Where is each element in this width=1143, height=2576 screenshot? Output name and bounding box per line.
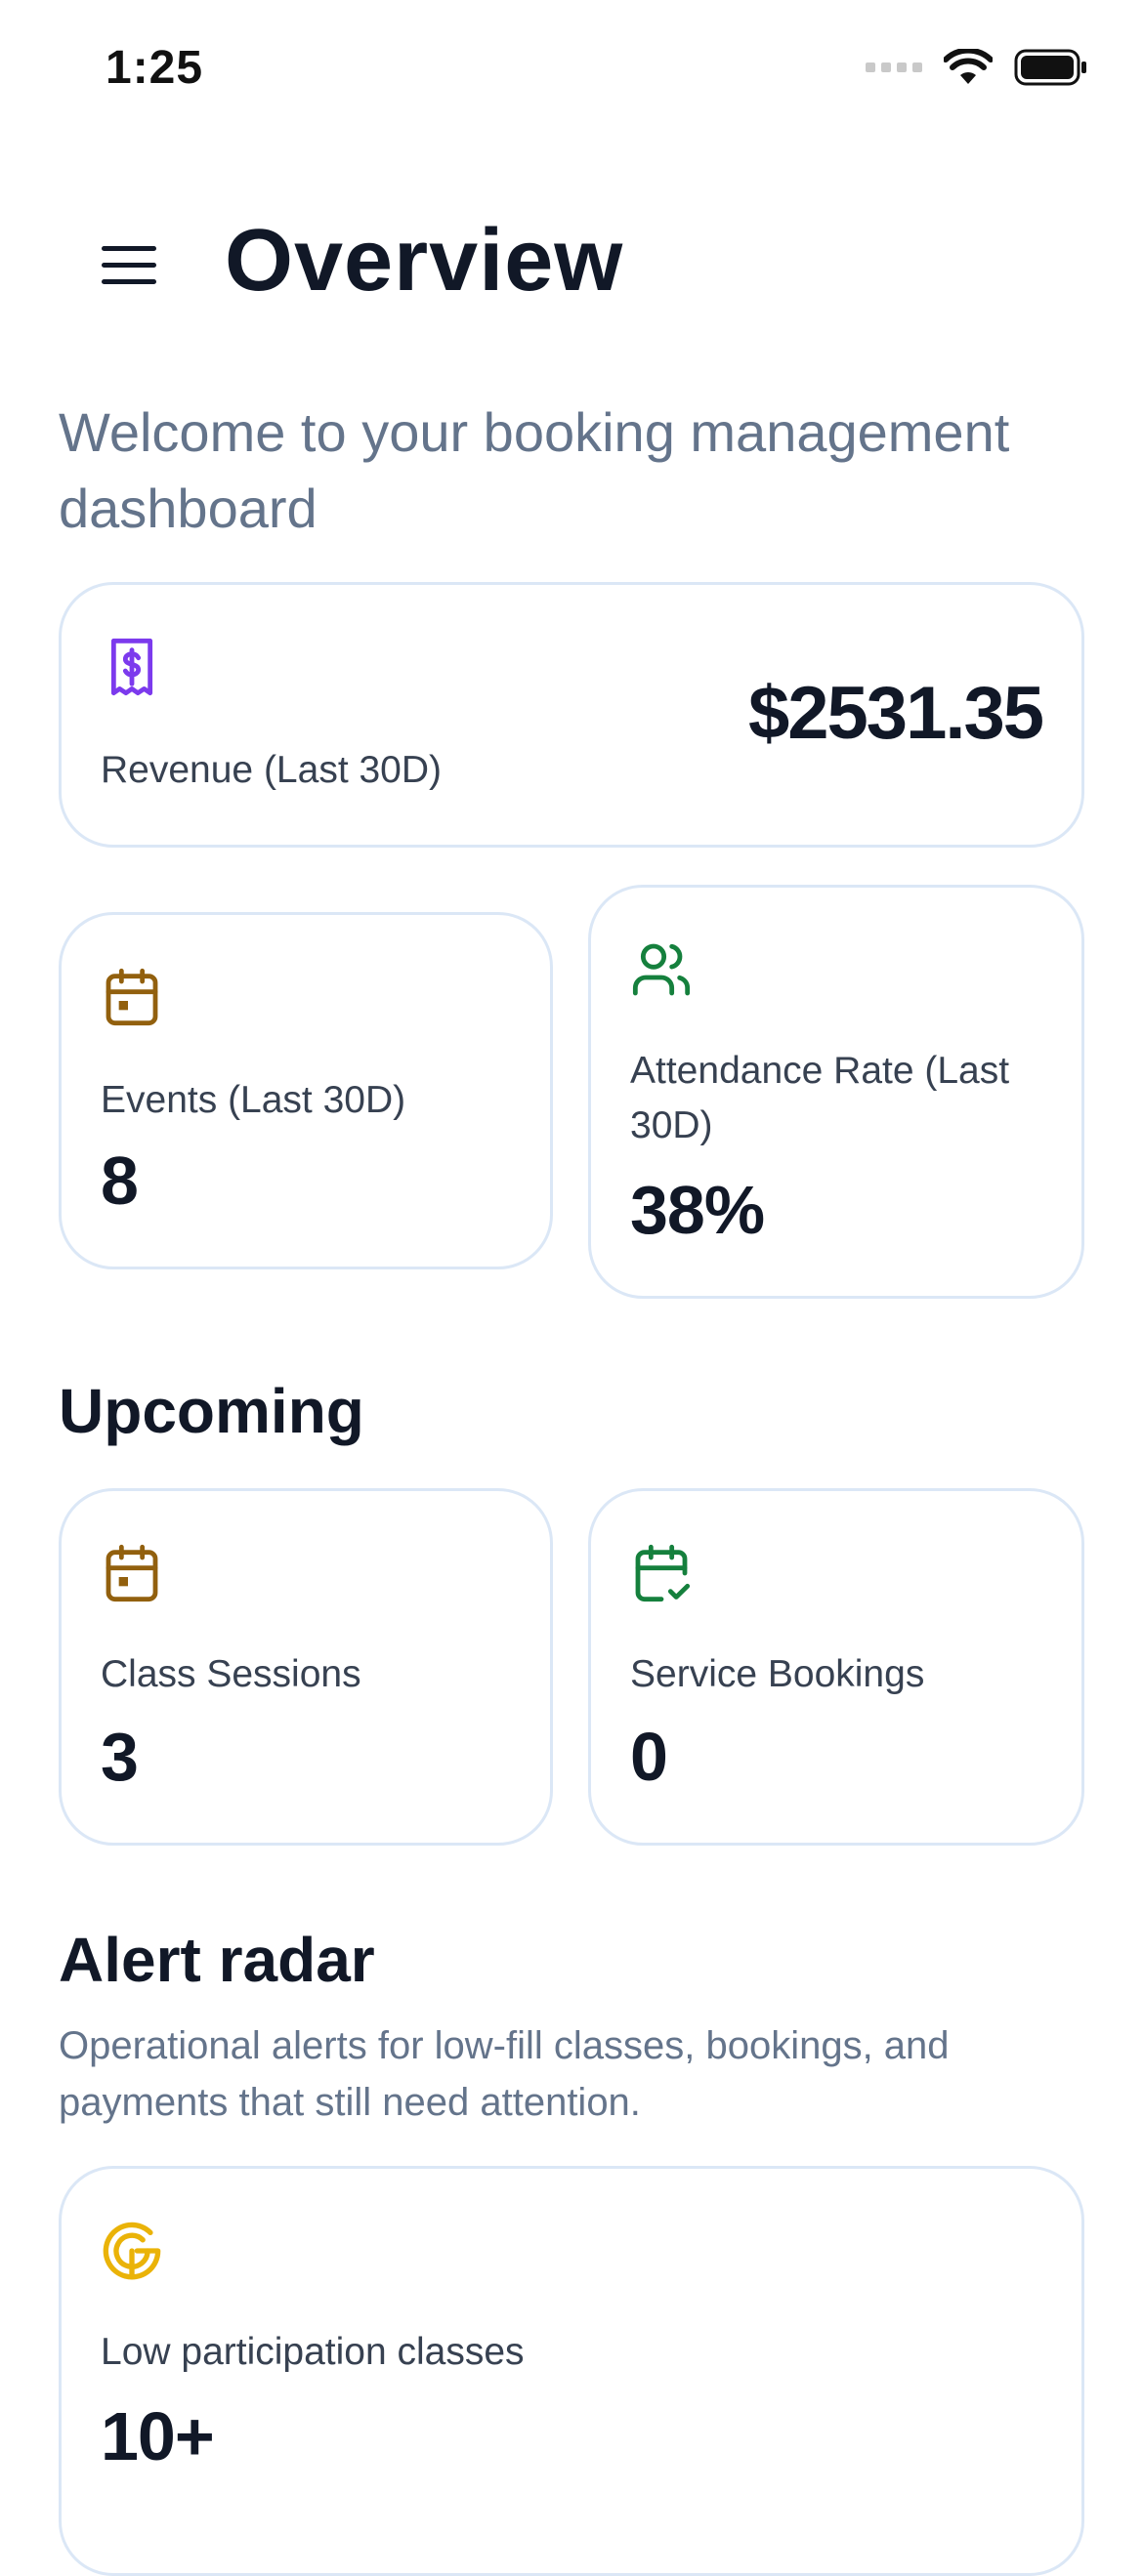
service-bookings-card[interactable]: Service Bookings 0: [588, 1488, 1084, 1846]
low-participation-label: Low participation classes: [101, 2331, 525, 2373]
low-participation-value: 10+: [101, 2398, 215, 2474]
attendance-label: Attendance Rate (Last 30D): [630, 1050, 1010, 1146]
calendar-icon: [106, 1544, 158, 1602]
status-bar: 1:25: [0, 0, 1143, 137]
events-value: 8: [101, 1143, 139, 1219]
page-header: Overview: [0, 195, 1143, 332]
revenue-card[interactable]: Revenue (Last 30D) $2531.35: [59, 582, 1084, 848]
cellular-signal-icon: [866, 62, 922, 72]
class-sessions-card[interactable]: Class Sessions 3: [59, 1488, 553, 1846]
revenue-label: Revenue (Last 30D): [101, 749, 443, 791]
welcome-subtitle: Welcome to your booking management dashb…: [59, 401, 1010, 539]
status-icons: [866, 49, 1088, 86]
battery-icon: [1014, 49, 1086, 86]
attendance-value: 38%: [630, 1172, 765, 1248]
page-title: Overview: [225, 212, 624, 310]
receipt-dollar-icon: [110, 638, 153, 696]
upcoming-section-title: Upcoming: [59, 1376, 364, 1446]
service-bookings-value: 0: [630, 1719, 668, 1795]
revenue-value: $2531.35: [748, 672, 1044, 755]
class-sessions-value: 3: [101, 1719, 139, 1795]
class-sessions-label: Class Sessions: [101, 1653, 361, 1695]
calendar-icon: [106, 968, 158, 1026]
alert-radar-description: Operational alerts for low-fill classes,…: [59, 2024, 950, 2124]
wifi-icon: [944, 49, 993, 84]
events-card[interactable]: Events (Last 30D) 8: [59, 912, 553, 1269]
service-bookings-label: Service Bookings: [630, 1653, 925, 1695]
attendance-card[interactable]: Attendance Rate (Last 30D) 38%: [588, 885, 1084, 1299]
hamburger-menu-icon: [102, 246, 156, 284]
low-participation-card[interactable]: Low participation classes 10+: [59, 2166, 1084, 2576]
calendar-check-icon: [635, 1544, 691, 1602]
users-icon: [632, 943, 691, 996]
alert-radar-section-title: Alert radar: [59, 1925, 375, 1995]
radar-icon: [103, 2222, 161, 2280]
menu-button[interactable]: [94, 234, 164, 297]
events-label: Events (Last 30D): [101, 1079, 406, 1121]
status-time: 1:25: [106, 42, 204, 94]
